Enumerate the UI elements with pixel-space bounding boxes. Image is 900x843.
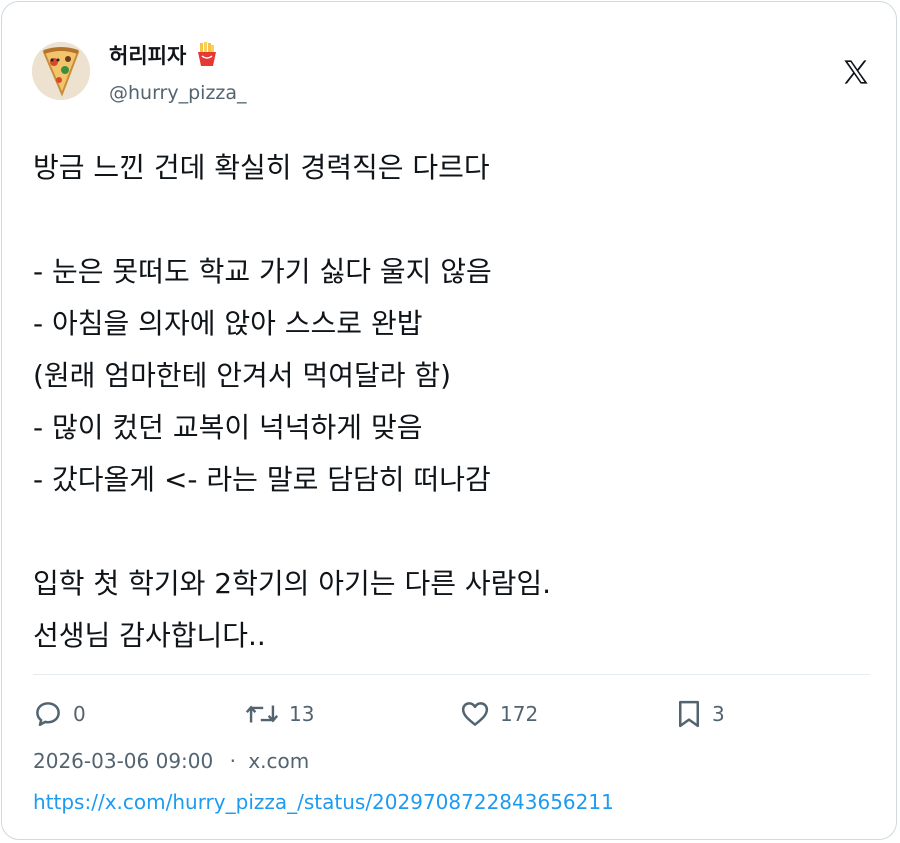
tweet-line: 방금 느낀 건데 확실히 경력직은 다르다 <box>33 151 490 184</box>
like-button[interactable]: 172 <box>460 698 538 730</box>
tweet-line: 선생님 감사합니다.. <box>33 619 266 652</box>
pizza-avatar-icon <box>32 42 90 100</box>
bookmark-icon <box>679 700 699 728</box>
avatar[interactable] <box>32 42 90 100</box>
tweet-card: 허리피자 @hurry_pizza_ 방금 느낀 건데 확실히 경력직은 다르다… <box>1 1 897 840</box>
tweet-line: - 갔다올게 <- 라는 말로 담담히 떠나감 <box>33 463 491 496</box>
tweet-meta: 2026-03-06 09:00 · x.com <box>33 749 309 773</box>
source-label[interactable]: x.com <box>248 749 309 773</box>
display-name-text: 허리피자 <box>109 44 187 68</box>
tweet-line: 입학 첫 학기와 2학기의 아기는 다른 사람임. <box>33 567 552 600</box>
x-logo-icon[interactable] <box>842 58 870 86</box>
meta-separator: · <box>229 749 236 773</box>
retweet-count: 13 <box>289 702 315 726</box>
heart-icon <box>461 702 489 726</box>
tweet-text: 방금 느낀 건데 확실히 경력직은 다르다 - 눈은 못떠도 학교 가기 싫다 … <box>33 142 873 662</box>
tweet-line: - 눈은 못떠도 학교 가기 싫다 울지 않음 <box>33 255 492 288</box>
timestamp[interactable]: 2026-03-06 09:00 <box>33 749 213 773</box>
tweet-line: - 아침을 의자에 앉아 스스로 완밥 <box>33 307 423 340</box>
retweet-icon <box>245 705 279 723</box>
author-handle[interactable]: @hurry_pizza_ <box>109 82 247 104</box>
bookmark-button[interactable]: 3 <box>676 698 725 730</box>
tweet-line <box>33 194 873 246</box>
reply-count: 0 <box>73 702 86 726</box>
fries-emoji-icon <box>197 42 216 66</box>
tweet-line: - 많이 컸던 교복이 넉넉하게 맞음 <box>33 411 423 444</box>
bookmark-count: 3 <box>712 702 725 726</box>
author-display-name[interactable]: 허리피자 <box>109 40 218 70</box>
divider <box>33 674 870 675</box>
retweet-button[interactable]: 13 <box>245 698 314 730</box>
reply-button[interactable]: 0 <box>33 698 86 730</box>
reply-icon <box>36 702 60 726</box>
like-count: 172 <box>500 702 539 726</box>
tweet-line: (원래 엄마한테 안겨서 먹여달라 함) <box>33 359 452 392</box>
status-url-link[interactable]: https://x.com/hurry_pizza_/status/202970… <box>33 790 614 814</box>
tweet-line <box>33 506 873 558</box>
